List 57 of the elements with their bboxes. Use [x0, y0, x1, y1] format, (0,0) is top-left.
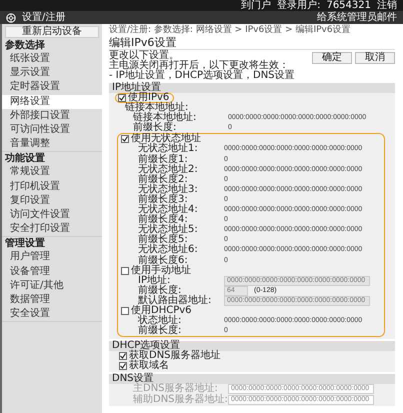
sidebar-item[interactable]: 设备管理: [2, 264, 102, 279]
section-heading: DNS设置: [109, 374, 395, 384]
action-button[interactable]: 取消: [355, 52, 395, 64]
checkbox-label[interactable]: 使用手动地址: [131, 266, 191, 276]
field-label: 主DNS服务器地址:: [132, 384, 218, 394]
user-id: 7654321: [326, 0, 371, 11]
sidebar-item[interactable]: 数据管理: [2, 293, 102, 308]
checkbox[interactable]: [121, 135, 129, 144]
checkbox-label[interactable]: 获取域名: [129, 361, 169, 372]
breadcrumb: 设置/注册: 参数选择: 网络设置 > IPv6设置 > 编辑IPv6设置: [109, 25, 352, 36]
field-label: 前缀长度1:: [137, 154, 188, 165]
sidebar-item[interactable]: 安全设置: [2, 307, 102, 322]
restart-button[interactable]: 重新启动设备: [5, 26, 99, 38]
sidebar-item[interactable]: 用户管理: [2, 250, 102, 265]
field-label: 默认路由器地址:: [138, 296, 212, 306]
field-label: 前缀长度3:: [137, 194, 188, 205]
sidebar-heading: 管理设置: [4, 237, 46, 250]
field-label: 无状态地址1:: [137, 144, 199, 154]
sidebar-item[interactable]: 网络设置: [2, 94, 102, 109]
checkbox[interactable]: [121, 266, 129, 275]
sidebar-item[interactable]: 纸张设置: [2, 52, 102, 66]
sidebar-item[interactable]: 安全打印设置: [2, 222, 102, 236]
note-text: 主电源关闭再打开后，以下更改将生效：: [109, 61, 289, 71]
field-label: 无状态地址3:: [137, 184, 199, 195]
section-heading: IP地址设置: [109, 83, 395, 93]
note-text: 更改以下设置。: [109, 51, 179, 61]
field-label: 前缀长度:: [137, 326, 182, 336]
field-label: 辅助DNS服务器地址:: [132, 394, 228, 405]
field-label: 无状态地址6:: [137, 245, 199, 256]
window-title: 设置/注册: [22, 11, 66, 24]
checkbox[interactable]: [121, 307, 129, 316]
sidebar-item[interactable]: 复印设置: [2, 194, 102, 208]
sidebar-item[interactable]: 访问文件设置: [2, 208, 102, 222]
sidebar-item[interactable]: 外部接口设置: [2, 108, 102, 124]
sidebar-heading: 功能设置: [4, 152, 46, 166]
sidebar-item[interactable]: 定时器设置: [2, 80, 102, 95]
field-label: 前缀长度:: [133, 123, 176, 134]
note-text: - IP地址设置，DHCP选项设置，DNS设置: [109, 71, 296, 81]
sidebar-item[interactable]: 音量调整: [2, 137, 102, 152]
field-label: 前缀长度6:: [138, 256, 188, 266]
sidebar-item[interactable]: 打印机设置: [2, 180, 102, 194]
field-label: IP地址:: [137, 276, 170, 286]
sidebar-item[interactable]: 常规设置: [2, 165, 102, 180]
sidebar-item[interactable]: 许可证/其他: [2, 278, 102, 294]
field-label: 前缀长度:: [137, 286, 182, 296]
sidebar-heading: 参数选择: [4, 39, 46, 52]
field-label: 前缀长度2:: [137, 174, 188, 185]
checkbox[interactable]: [118, 94, 126, 102]
sidebar-item[interactable]: 显示设置: [2, 66, 102, 80]
mail-link[interactable]: 给系统管理员邮件: [317, 11, 397, 24]
checkbox[interactable]: [119, 362, 127, 370]
field-label: 无状态地址2:: [137, 164, 199, 175]
sidebar-item[interactable]: 可访问性设置: [2, 123, 102, 138]
gear-icon: [6, 12, 16, 22]
checkbox[interactable]: [119, 352, 127, 360]
action-button[interactable]: 确定: [312, 52, 352, 64]
page-title: 编辑IPv6设置: [109, 36, 395, 50]
